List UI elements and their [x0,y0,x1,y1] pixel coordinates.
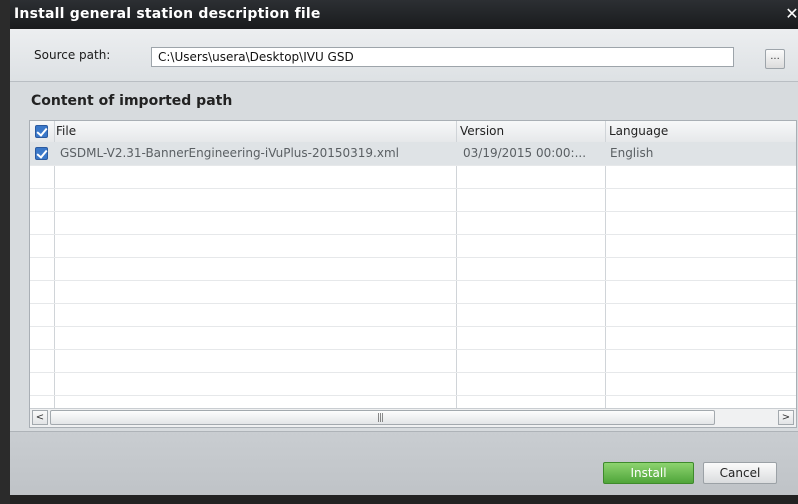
column-header-file[interactable]: File [56,124,76,138]
source-path-input[interactable] [151,47,734,67]
empty-row [30,280,796,304]
column-header-language[interactable]: Language [609,124,668,138]
empty-row [30,372,796,396]
empty-row [30,326,796,350]
table-header: File Version Language [30,121,796,143]
horizontal-scrollbar[interactable]: < ||| > [30,408,796,427]
install-gsd-dialog: Install general station description file… [0,0,798,504]
content-title: Content of imported path [31,93,233,109]
scroll-right-icon[interactable]: > [778,410,794,425]
window-bottom-edge [10,495,798,504]
source-path-label: Source path: [34,48,111,62]
button-bar: Install Cancel [10,431,798,496]
browse-button[interactable]: ... [765,49,785,69]
empty-row [30,349,796,373]
install-button[interactable]: Install [603,462,694,484]
source-path-panel: Source path: ... [10,29,798,82]
row-version: 03/19/2015 00:00:... [463,146,587,160]
row-file: GSDML-V2.31-BannerEngineering-iVuPlus-20… [60,146,399,160]
row-checkbox[interactable] [35,147,48,160]
table-row[interactable]: GSDML-V2.31-BannerEngineering-iVuPlus-20… [30,142,796,166]
imported-files-table: File Version Language GSDML-V2.31-Banner… [29,120,797,428]
scroll-left-icon[interactable]: < [32,410,48,425]
grip-icon: ||| [377,413,384,423]
dialog-title: Install general station description file [14,6,321,22]
empty-row [30,303,796,327]
close-icon[interactable]: ✕ [785,0,798,29]
dialog-titlebar: Install general station description file… [10,0,798,29]
empty-row [30,211,796,235]
select-all-checkbox[interactable] [35,125,48,138]
empty-row [30,234,796,258]
cancel-button[interactable]: Cancel [703,462,777,484]
dialog-body: Source path: ... Content of imported pat… [10,29,798,496]
empty-row [30,165,796,189]
empty-row [30,188,796,212]
column-header-version[interactable]: Version [460,124,504,138]
scrollbar-thumb[interactable]: ||| [50,410,715,425]
row-language: English [610,146,654,160]
empty-row [30,257,796,281]
